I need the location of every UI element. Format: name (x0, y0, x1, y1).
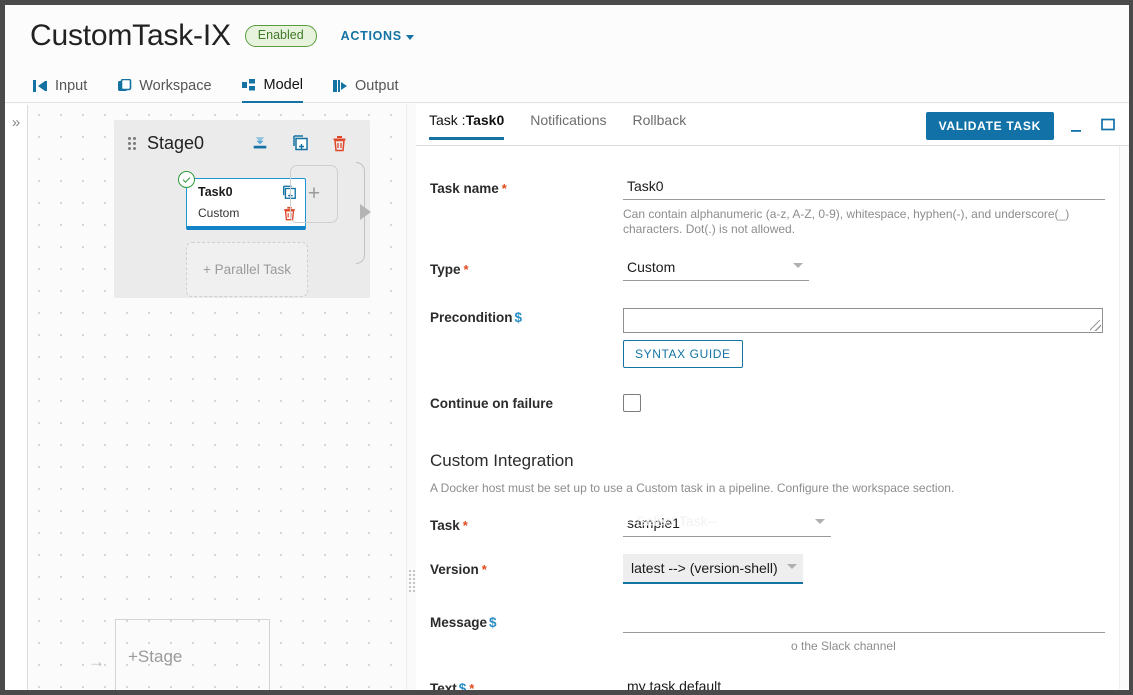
tab-output-label: Output (355, 78, 399, 94)
version-select-value: latest --> (version-shell) (631, 560, 778, 576)
tab-output[interactable]: Output (333, 77, 399, 103)
add-stage-right-button[interactable]: + (290, 165, 338, 223)
task-label-text: Task (430, 518, 460, 533)
panel-scrollbar[interactable] (1119, 146, 1129, 689)
required-marker: * (469, 681, 475, 690)
task-select[interactable]: --Select Task-- sample1 (623, 510, 831, 537)
actions-label: ACTIONS (340, 29, 402, 43)
model-icon (241, 78, 257, 92)
validated-check-icon (178, 171, 195, 188)
syntax-guide-button[interactable]: SYNTAX GUIDE (623, 340, 743, 368)
precondition-label: Precondition $ (430, 310, 522, 325)
task-name-helper: Can contain alphanumeric (a-z, A-Z, 0-9)… (623, 207, 1070, 236)
workspace-icon (117, 79, 132, 93)
type-label-text: Type (430, 262, 461, 277)
message-input[interactable] (623, 609, 1105, 633)
splitter-grip-icon (409, 570, 415, 592)
precondition-label-text: Precondition (430, 310, 513, 325)
stage-name: Stage0 (147, 132, 205, 153)
stage-header: Stage0 (114, 126, 370, 160)
chevron-down-icon (405, 34, 414, 40)
message-label-text: Message (430, 615, 488, 630)
tab-model[interactable]: Model (241, 77, 304, 103)
tab-model-label: Model (263, 77, 304, 93)
dollar-marker: $ (489, 615, 497, 630)
type-label: Type * (430, 262, 469, 277)
task-detail-panel: Task :Task0 Notifications Rollback VALID… (416, 104, 1129, 690)
chevron-down-icon (787, 564, 797, 569)
version-label: Version * (430, 562, 487, 577)
stage-drag-handle[interactable] (128, 136, 137, 150)
stage-actions (251, 135, 348, 152)
type-select[interactable]: Custom (623, 254, 809, 281)
add-parallel-task-button[interactable]: + Parallel Task (186, 242, 308, 297)
chevron-down-icon (815, 519, 825, 524)
tab-input[interactable]: Input (33, 77, 87, 103)
tab-task-prefix: Task : (429, 112, 466, 128)
actions-menu-button[interactable]: ACTIONS (341, 29, 414, 43)
text-input[interactable] (623, 676, 1105, 690)
task-name-label-text: Task name (430, 181, 499, 196)
minimize-icon[interactable] (1070, 120, 1083, 138)
continue-on-failure-label: Continue on failure (430, 396, 553, 411)
page-title: CustomTask-IX (30, 19, 231, 52)
dollar-marker: $ (514, 310, 523, 325)
text-label-text: Text (430, 681, 457, 690)
custom-integration-title: Custom Integration (430, 451, 574, 470)
main-tabs: Input Workspace Model Output (33, 77, 399, 103)
tab-notifications[interactable]: Notifications (530, 112, 606, 140)
task-card-subtitle: Custom (198, 206, 240, 220)
copy-stage-icon[interactable] (291, 135, 309, 151)
tab-rollback[interactable]: Rollback (633, 112, 687, 140)
task-name-input[interactable] (623, 176, 1105, 200)
task-card-title: Task0 (198, 185, 233, 199)
title-row: CustomTask-IX Enabled ACTIONS (30, 21, 414, 51)
chevron-down-icon (793, 263, 803, 268)
continue-on-failure-checkbox[interactable] (623, 394, 641, 412)
dollar-marker: $ (458, 681, 467, 690)
text-label: Text $ * (430, 681, 474, 690)
tab-input-label: Input (55, 78, 88, 94)
message-helper: o the Slack channel (791, 639, 896, 653)
output-icon (333, 79, 348, 93)
rail-expand-button[interactable]: » (5, 105, 28, 140)
pipeline-canvas[interactable]: Stage0 Task0 Custom + Parallel Task + → … (28, 104, 406, 690)
required-marker: * (501, 181, 507, 196)
stage-connector-arrow (360, 204, 371, 220)
version-label-text: Version (430, 562, 479, 577)
delete-stage-icon[interactable] (331, 135, 348, 152)
rail-background (5, 139, 28, 690)
validate-task-button[interactable]: VALIDATE TASK (925, 112, 1054, 140)
stage-gate-icon[interactable] (251, 136, 269, 151)
app-header: CustomTask-IX Enabled ACTIONS Input Work… (5, 5, 1129, 103)
task-form: Task name* Can contain alphanumeric (a-z… (416, 146, 1129, 690)
version-select[interactable]: latest --> (version-shell) (623, 554, 803, 584)
required-marker: * (481, 562, 487, 577)
required-marker: * (463, 262, 469, 277)
resize-handle-icon[interactable] (1090, 320, 1101, 331)
task-select-value: sample1 (627, 515, 680, 531)
tab-task[interactable]: Task :Task0 (429, 112, 505, 140)
app-inner: CustomTask-IX Enabled ACTIONS Input Work… (5, 5, 1129, 690)
custom-integration-description: A Docker host must be set up to use a Cu… (430, 481, 955, 495)
precondition-textarea[interactable] (623, 308, 1103, 333)
input-icon (33, 79, 48, 93)
required-marker: * (462, 518, 468, 533)
status-badge: Enabled (244, 25, 317, 47)
task-name-label: Task name * (430, 181, 507, 196)
task-label: Task * (430, 518, 468, 533)
tab-workspace[interactable]: Workspace (117, 77, 212, 103)
panel-tabs: Task :Task0 Notifications Rollback (429, 112, 686, 140)
message-label: Message $ (430, 615, 497, 630)
add-stage-bottom-button[interactable]: +Stage (115, 619, 270, 690)
tab-workspace-label: Workspace (139, 78, 212, 94)
type-select-value: Custom (627, 259, 676, 275)
task-card[interactable]: Task0 Custom (178, 171, 306, 230)
tab-task-label: Task0 (465, 112, 505, 128)
maximize-icon[interactable] (1101, 118, 1116, 136)
panel-header: Task :Task0 Notifications Rollback VALID… (416, 104, 1129, 146)
bottom-connector-arrow: → (88, 652, 105, 671)
app-window: CustomTask-IX Enabled ACTIONS Input Work… (0, 0, 1133, 695)
